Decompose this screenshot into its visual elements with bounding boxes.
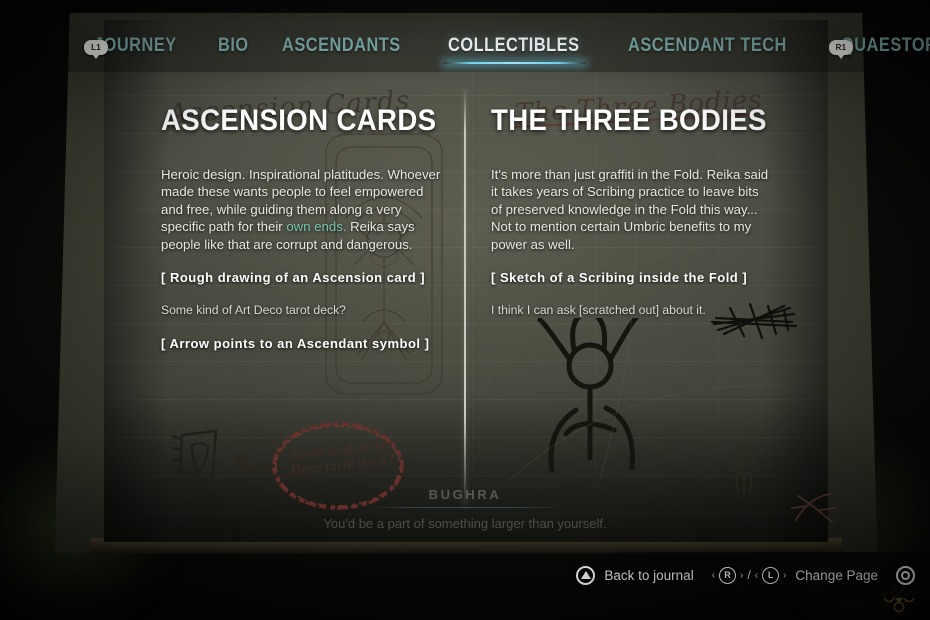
left-page-annotation-1: [ Rough drawing of an Ascension card ] xyxy=(161,270,426,286)
page-spine-divider xyxy=(464,88,466,508)
l1-bumper-icon[interactable]: L1 xyxy=(84,40,108,59)
circle-button-icon xyxy=(896,565,915,585)
back-to-journal-prompt[interactable]: Back to journal xyxy=(576,565,694,585)
back-to-journal-label: Back to journal xyxy=(604,567,694,583)
tab-ascendant-tech-label: ASCENDANT TECH xyxy=(628,35,788,56)
r-bumper-glyph: R xyxy=(724,569,731,580)
l-bumper-button-icon: L xyxy=(762,566,780,584)
triangle-button-icon xyxy=(576,565,596,585)
r1-bumper-icon[interactable]: R1 xyxy=(829,40,853,59)
change-page-prompt[interactable]: ‹ R › / ‹ L › Change Page xyxy=(711,566,878,584)
left-body-highlight: own ends. xyxy=(286,219,347,235)
category-tabbar[interactable]: JOURNEY BIO ASCENDANTS COLLECTIBLES ASCE… xyxy=(0,26,930,70)
right-page-note-1: I think I can ask [scratched out] about … xyxy=(491,303,706,318)
button-prompt-bar: Back to journal ‹ R › / ‹ L › Change Pag… xyxy=(558,558,930,592)
tab-quaestors-notes-label: QUAESTOR'S NOTES xyxy=(841,35,930,56)
left-page-content: ASCENSION CARDS Heroic design. Inspirati… xyxy=(161,104,443,368)
game-journal-screen: Ascension Cards The Three Bodies Some ki… xyxy=(0,0,930,620)
left-page-body: Heroic design. Inspirational platitudes.… xyxy=(161,166,443,253)
right-page-body: It's more than just graffiti in the Fold… xyxy=(491,167,769,252)
prompt-separator: / xyxy=(747,568,751,582)
tab-bio-label: BIO xyxy=(218,35,249,56)
circle-button-prompt[interactable] xyxy=(896,565,924,585)
tab-ascendants-label: ASCENDANTS xyxy=(281,35,401,56)
right-page-title: THE THREE BODIES xyxy=(491,104,767,137)
tab-collectibles[interactable]: COLLECTIBLES xyxy=(436,31,592,65)
tab-ascendants[interactable]: ASCENDANTS xyxy=(270,31,413,65)
tab-ascendant-tech[interactable]: ASCENDANT TECH xyxy=(616,31,799,65)
tab-bio[interactable]: BIO xyxy=(206,31,261,65)
left-page-title: ASCENSION CARDS xyxy=(161,104,437,137)
right-page-content: THE THREE BODIES It's more than just gra… xyxy=(491,104,773,336)
change-page-label: Change Page xyxy=(795,567,878,583)
active-tab-underline xyxy=(443,62,586,64)
left-page-note-1: Some kind of Art Deco tarot deck? xyxy=(161,303,346,318)
right-page-annotation-1: [ Sketch of a Scribing inside the Fold ] xyxy=(491,270,748,286)
r-bumper-button-icon: R xyxy=(719,566,737,584)
l-bumper-glyph: L xyxy=(767,569,774,580)
bumper-pair-icon: ‹ R › / ‹ L › xyxy=(711,566,787,584)
tab-collectibles-label: COLLECTIBLES xyxy=(447,35,580,56)
left-page-annotation-2: [ Arrow points to an Ascendant symbol ] xyxy=(161,336,430,352)
